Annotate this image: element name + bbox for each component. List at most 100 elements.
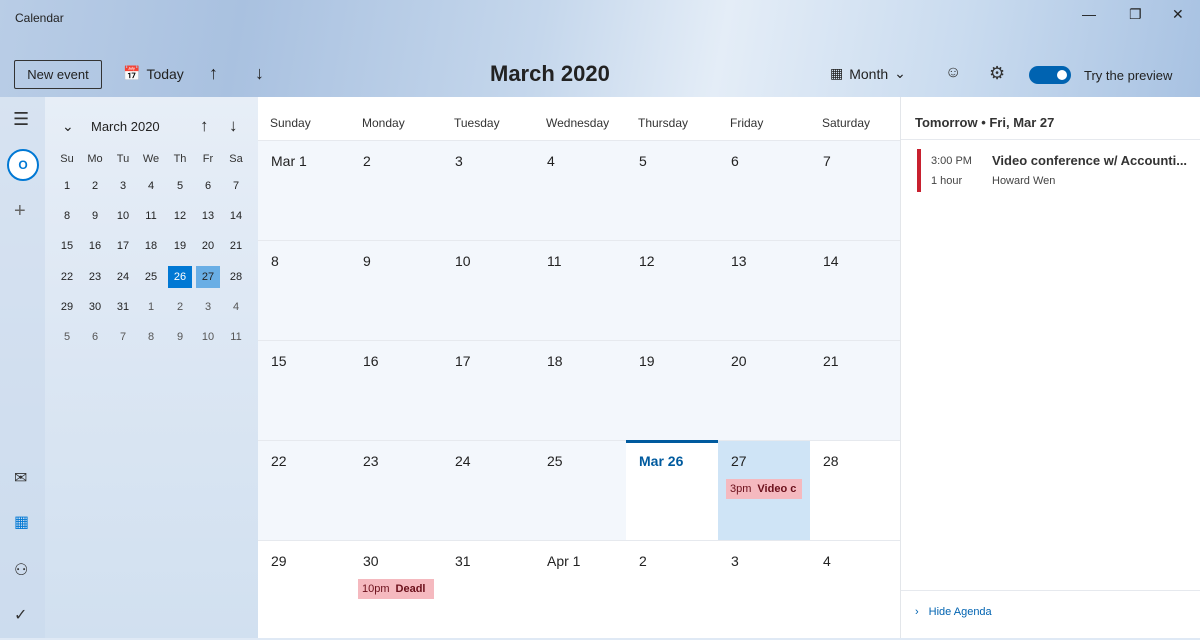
mini-day[interactable]: 3 xyxy=(111,175,135,197)
day-cell[interactable]: 27 3pm Video c xyxy=(718,440,810,540)
previous-arrow-icon[interactable]: ↑ xyxy=(209,63,218,84)
mini-day[interactable]: 18 xyxy=(139,235,163,257)
mini-day[interactable]: 14 xyxy=(224,205,248,227)
feedback-icon[interactable]: ☺ xyxy=(945,64,961,82)
day-cell[interactable]: 10 xyxy=(442,240,534,340)
mini-day[interactable]: 5 xyxy=(168,175,192,197)
mini-day[interactable]: 8 xyxy=(139,326,163,348)
mini-day[interactable]: 30 xyxy=(83,296,107,318)
mini-day[interactable]: 2 xyxy=(83,175,107,197)
people-icon[interactable]: ⚇ xyxy=(14,560,28,580)
today-button[interactable]: 📅 Today xyxy=(123,65,184,82)
gear-icon[interactable]: ⚙ xyxy=(989,63,1005,84)
add-account-icon[interactable]: + xyxy=(14,200,26,223)
day-cell[interactable]: 22 xyxy=(258,440,350,540)
next-arrow-icon[interactable]: ↓ xyxy=(255,63,264,84)
mail-icon[interactable]: ✉ xyxy=(14,468,27,488)
day-cell[interactable]: Apr 1 xyxy=(534,540,626,640)
day-cell[interactable]: 9 xyxy=(350,240,442,340)
mini-day[interactable]: 27 xyxy=(196,265,220,288)
mini-day[interactable]: 6 xyxy=(83,326,107,348)
mini-day[interactable]: 10 xyxy=(111,205,135,227)
preview-toggle[interactable] xyxy=(1029,66,1071,84)
restore-icon[interactable]: ❐ xyxy=(1129,6,1142,23)
mini-day[interactable]: 3 xyxy=(196,296,220,318)
day-cell[interactable]: 25 xyxy=(534,440,626,540)
day-cell[interactable]: Mar 26 xyxy=(626,440,718,540)
mini-day[interactable]: 8 xyxy=(55,205,79,227)
mini-day[interactable]: 23 xyxy=(83,266,107,288)
mini-day[interactable]: 10 xyxy=(196,326,220,348)
mini-day[interactable]: 4 xyxy=(139,175,163,197)
day-cell[interactable]: 3 xyxy=(718,540,810,640)
calendar-event[interactable]: 3pm Video c xyxy=(726,479,802,499)
new-event-button[interactable]: New event xyxy=(14,60,102,89)
day-cell[interactable]: 23 xyxy=(350,440,442,540)
mini-day[interactable]: 11 xyxy=(224,326,248,348)
mini-day[interactable]: 7 xyxy=(111,326,135,348)
mini-previous-icon[interactable]: ↑ xyxy=(200,116,209,136)
calendar-icon[interactable]: ▦ xyxy=(14,512,29,532)
day-cell[interactable]: 19 xyxy=(626,340,718,440)
day-cell[interactable]: 20 xyxy=(718,340,810,440)
day-cell[interactable]: 3 xyxy=(442,140,534,240)
mini-day[interactable]: 29 xyxy=(55,296,79,318)
mini-day[interactable]: 9 xyxy=(83,205,107,227)
view-dropdown[interactable]: ▦ Month ⌄ xyxy=(830,65,906,82)
mini-day[interactable]: 16 xyxy=(83,235,107,257)
day-cell[interactable]: 5 xyxy=(626,140,718,240)
day-cell[interactable]: 13 xyxy=(718,240,810,340)
day-cell[interactable]: 2 xyxy=(626,540,718,640)
mini-day[interactable]: 21 xyxy=(224,235,248,257)
mini-day[interactable]: 5 xyxy=(55,326,79,348)
minimize-icon[interactable]: — xyxy=(1082,6,1096,22)
mini-day[interactable]: 1 xyxy=(55,175,79,197)
outlook-account-icon[interactable]: O xyxy=(7,149,39,181)
day-cell[interactable]: 15 xyxy=(258,340,350,440)
mini-day[interactable]: 20 xyxy=(196,235,220,257)
day-cell[interactable]: 2 xyxy=(350,140,442,240)
day-cell[interactable]: 8 xyxy=(258,240,350,340)
agenda-event[interactable]: 3:00 PM 1 hour Video conference w/ Accou… xyxy=(901,147,1200,193)
mini-collapse-icon[interactable]: ⌄ xyxy=(62,118,74,135)
mini-day[interactable]: 24 xyxy=(111,266,135,288)
day-cell[interactable]: 29 xyxy=(258,540,350,640)
day-cell[interactable]: 4 xyxy=(534,140,626,240)
day-cell[interactable]: 24 xyxy=(442,440,534,540)
day-cell[interactable]: Mar 1 xyxy=(258,140,350,240)
mini-next-icon[interactable]: ↓ xyxy=(229,116,238,136)
day-cell[interactable]: 16 xyxy=(350,340,442,440)
mini-day[interactable]: 17 xyxy=(111,235,135,257)
mini-day[interactable]: 11 xyxy=(139,205,163,227)
todo-icon[interactable]: ✓ xyxy=(14,605,27,625)
calendar-event[interactable]: 10pm Deadl xyxy=(358,579,434,599)
close-icon[interactable]: ✕ xyxy=(1172,6,1184,23)
mini-day[interactable]: 22 xyxy=(55,266,79,288)
mini-day[interactable]: 25 xyxy=(139,266,163,288)
day-cell[interactable]: 30 10pm Deadl xyxy=(350,540,442,640)
mini-day[interactable]: 12 xyxy=(168,205,192,227)
mini-day[interactable]: 9 xyxy=(168,326,192,348)
day-cell[interactable]: 7 xyxy=(810,140,902,240)
day-cell[interactable]: 17 xyxy=(442,340,534,440)
day-cell[interactable]: 21 xyxy=(810,340,902,440)
mini-day[interactable]: 13 xyxy=(196,205,220,227)
mini-day[interactable]: 2 xyxy=(168,296,192,318)
hide-agenda-button[interactable]: › Hide Agenda xyxy=(915,606,992,618)
mini-day[interactable]: 7 xyxy=(224,175,248,197)
hamburger-menu-icon[interactable]: ☰ xyxy=(13,109,29,130)
day-cell[interactable]: 14 xyxy=(810,240,902,340)
mini-day[interactable]: 31 xyxy=(111,296,135,318)
day-cell[interactable]: 12 xyxy=(626,240,718,340)
mini-day[interactable]: 28 xyxy=(224,266,248,288)
day-cell[interactable]: 4 xyxy=(810,540,902,640)
mini-day[interactable]: 15 xyxy=(55,235,79,257)
mini-day[interactable]: 6 xyxy=(196,175,220,197)
mini-day[interactable]: 19 xyxy=(168,235,192,257)
day-cell[interactable]: 6 xyxy=(718,140,810,240)
day-cell[interactable]: 18 xyxy=(534,340,626,440)
day-cell[interactable]: 11 xyxy=(534,240,626,340)
mini-day[interactable]: 26 xyxy=(168,265,192,288)
day-cell[interactable]: 31 xyxy=(442,540,534,640)
mini-day[interactable]: 1 xyxy=(139,296,163,318)
